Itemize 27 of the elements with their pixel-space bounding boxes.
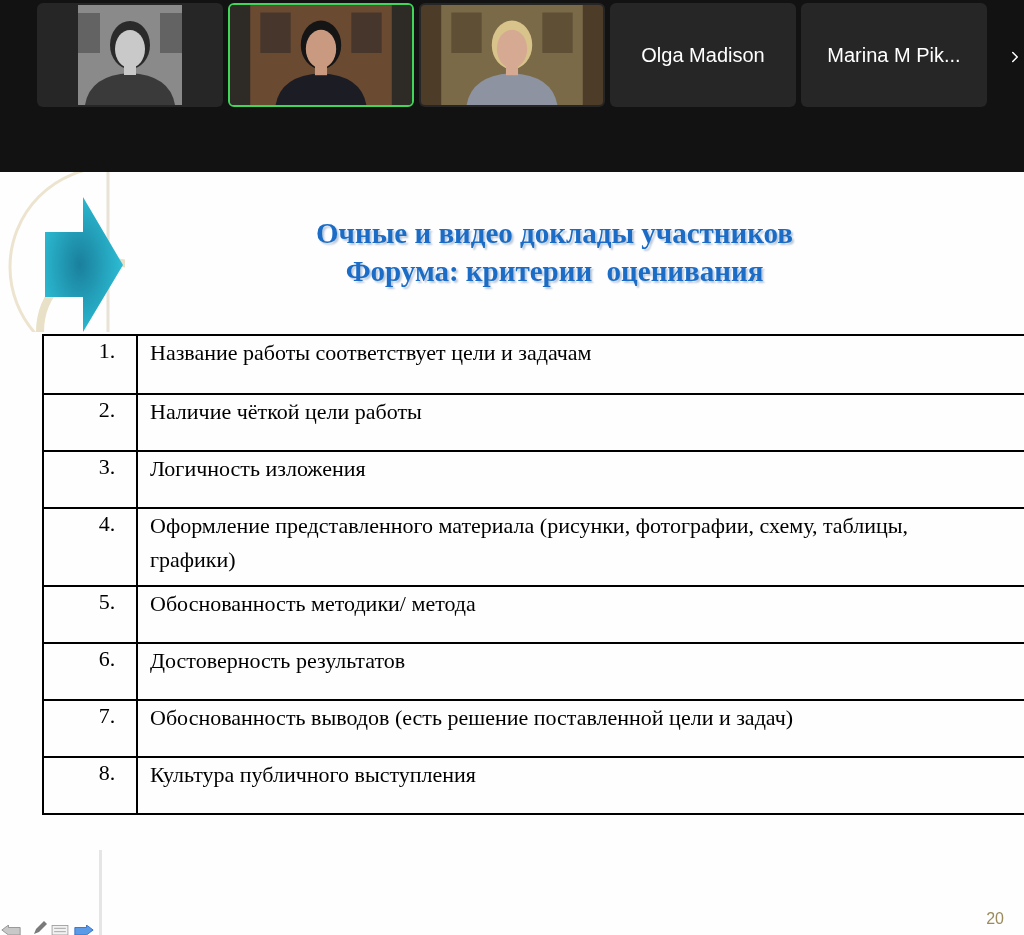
table-cell-text: Название работы соответствует цели и задачам xyxy=(149,339,593,367)
forward-arrow-icon[interactable] xyxy=(73,925,95,935)
participant-tile[interactable]: Olga Madison xyxy=(610,3,796,107)
table-cell: 5. xyxy=(44,587,138,642)
page-number: 20 xyxy=(986,909,1004,929)
table-cell: 7. xyxy=(44,701,138,756)
table-cell-text: Оформление представленного материала (рисунки, фотографии, схему, таблицы, графики) xyxy=(149,512,910,574)
table-cell: 6. xyxy=(44,644,138,699)
participant-name: Olga Madison xyxy=(641,43,765,68)
participant-tile[interactable] xyxy=(37,3,223,107)
table-cell: 1. xyxy=(44,336,138,393)
table-cell: 4. xyxy=(44,509,138,585)
table-cell: 2. xyxy=(44,395,138,450)
table-cell: 8. xyxy=(44,758,138,813)
table-cell: 3. xyxy=(44,452,138,507)
slide-title: Очные и видео доклады участников xyxy=(316,216,793,251)
table-cell-text: Логичность изложения xyxy=(149,455,367,483)
table-cell-text: Достоверность результатов xyxy=(149,647,407,675)
pen-icon[interactable] xyxy=(33,921,47,935)
participant-name: Marina M Pik... xyxy=(827,43,961,68)
participant-tile[interactable]: Marina M Pik... xyxy=(801,3,987,107)
table-cell-text: Обоснованность выводов (есть решение поставленной цели и задач) xyxy=(149,704,795,732)
table-cell-text: Обоснованность методики/ метода xyxy=(149,590,477,618)
slide-title: Форума: критерии оценивания xyxy=(345,254,764,289)
table-cell-text: Культура публичного выступления xyxy=(149,761,477,789)
table-cell-text: Наличие чёткой цели работы xyxy=(149,398,423,426)
back-arrow-icon[interactable] xyxy=(0,925,22,935)
